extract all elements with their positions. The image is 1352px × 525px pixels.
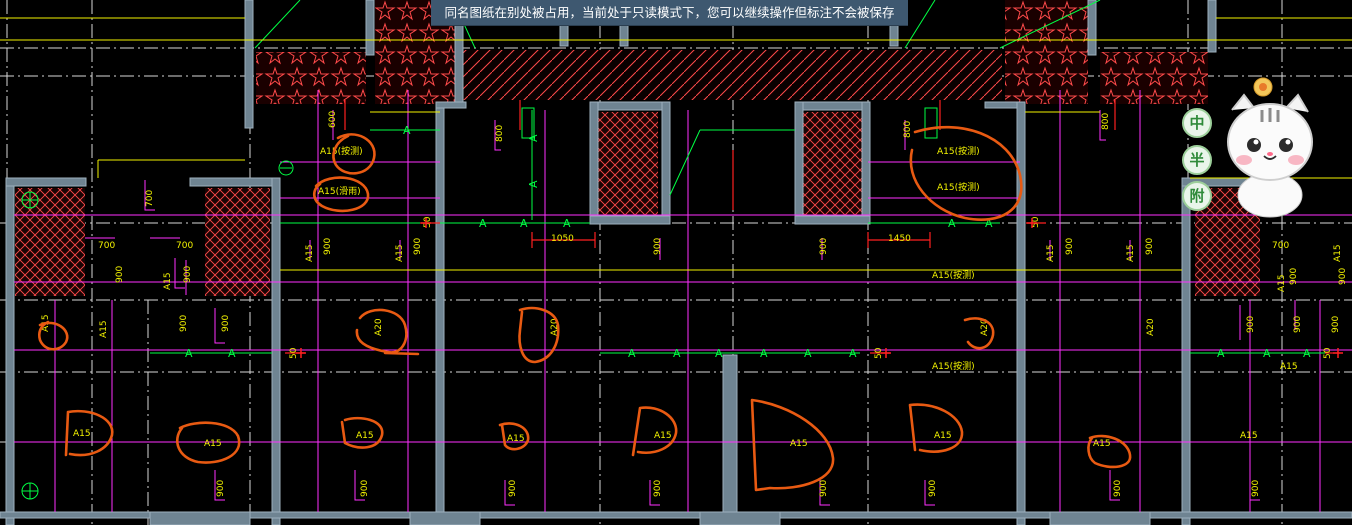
svg-text:A15: A15: [790, 439, 808, 449]
svg-text:50: 50: [423, 216, 433, 228]
svg-text:A15: A15: [204, 439, 222, 449]
svg-text:A15: A15: [163, 272, 173, 290]
svg-text:800: 800: [903, 121, 913, 138]
svg-text:A15(按测): A15(按测): [937, 181, 980, 193]
svg-text:900: 900: [1145, 238, 1155, 255]
svg-text:A15: A15: [654, 431, 672, 441]
cad-drawing-canvas[interactable]: A AAA AA AA AAA AAA AAA A A 600 700 700 …: [0, 0, 1352, 525]
cad-labels: 600 700 700 700 700 900 900 900 900 900 …: [41, 111, 1348, 497]
svg-text:700: 700: [176, 241, 193, 251]
svg-text:A15(按测): A15(按测): [932, 269, 975, 281]
svg-text:900: 900: [819, 238, 829, 255]
svg-text:A: A: [1217, 347, 1225, 360]
axis-a-labels: A AAA AA AA AAA AAA AAA A A: [185, 124, 1311, 360]
svg-text:900: 900: [360, 480, 370, 497]
svg-text:600: 600: [328, 111, 338, 128]
svg-text:900: 900: [653, 238, 663, 255]
svg-text:900: 900: [1246, 316, 1256, 333]
svg-text:A: A: [628, 347, 636, 360]
svg-text:A: A: [228, 347, 236, 360]
svg-text:A: A: [185, 347, 193, 360]
svg-text:A: A: [804, 347, 812, 360]
badge-zhong[interactable]: 中: [1182, 108, 1212, 138]
svg-text:A15: A15: [934, 431, 952, 441]
svg-text:A15: A15: [1046, 244, 1056, 262]
badge-ban[interactable]: 半: [1182, 145, 1212, 175]
svg-text:900: 900: [1113, 480, 1123, 497]
svg-text:A: A: [563, 217, 571, 230]
svg-text:A: A: [673, 347, 681, 360]
svg-text:A15: A15: [1240, 431, 1258, 441]
svg-text:900: 900: [1338, 268, 1348, 285]
svg-text:900: 900: [508, 480, 518, 497]
svg-text:900: 900: [323, 238, 333, 255]
badge-fu[interactable]: 附: [1182, 181, 1212, 211]
svg-text:1450: 1450: [888, 234, 911, 244]
svg-text:A: A: [849, 347, 857, 360]
svg-text:A15: A15: [73, 429, 91, 439]
svg-text:A15: A15: [99, 320, 109, 338]
svg-text:800: 800: [1101, 113, 1111, 130]
svg-text:A: A: [1263, 347, 1271, 360]
svg-text:A: A: [760, 347, 768, 360]
svg-text:700: 700: [1272, 241, 1289, 251]
svg-text:A15: A15: [507, 434, 525, 444]
svg-text:900: 900: [216, 480, 226, 497]
svg-text:700: 700: [98, 241, 115, 251]
svg-text:A: A: [715, 347, 723, 360]
svg-text:900: 900: [1289, 268, 1299, 285]
svg-text:A20: A20: [374, 318, 384, 336]
svg-text:1050: 1050: [551, 234, 574, 244]
svg-text:A15(滑雨): A15(滑雨): [318, 186, 361, 197]
svg-text:A: A: [1303, 347, 1311, 360]
svg-text:900: 900: [179, 315, 189, 332]
readonly-warning-text: 同名图纸在别处被占用，当前处于只读模式下，您可以继续操作但标注不会被保存: [444, 5, 895, 20]
svg-text:A15: A15: [1126, 244, 1136, 262]
svg-text:A: A: [479, 217, 487, 230]
svg-text:A20: A20: [1146, 318, 1156, 336]
svg-text:700: 700: [145, 190, 155, 207]
svg-text:900: 900: [653, 480, 663, 497]
svg-text:900: 900: [1251, 480, 1261, 497]
svg-text:800: 800: [495, 125, 505, 142]
svg-text:900: 900: [928, 480, 938, 497]
readonly-warning-banner: 同名图纸在别处被占用，当前处于只读模式下，您可以继续操作但标注不会被保存: [431, 0, 908, 26]
svg-text:A15(按测): A15(按测): [320, 145, 363, 157]
svg-text:A15: A15: [1280, 362, 1298, 372]
svg-text:A: A: [527, 180, 540, 188]
svg-text:900: 900: [115, 266, 125, 283]
svg-text:A15: A15: [1093, 439, 1111, 449]
svg-text:A15: A15: [1333, 244, 1343, 262]
svg-text:A15: A15: [356, 431, 374, 441]
svg-text:900: 900: [819, 480, 829, 497]
svg-text:A: A: [403, 124, 411, 137]
svg-text:900: 900: [413, 238, 423, 255]
svg-text:900: 900: [1293, 316, 1303, 333]
svg-text:900: 900: [183, 266, 193, 283]
dimension-brackets: [85, 110, 1296, 506]
svg-text:A15(按测): A15(按测): [937, 145, 980, 157]
flower-icon: [1253, 77, 1273, 97]
svg-text:A15(按测): A15(按测): [932, 360, 975, 372]
svg-text:A: A: [520, 217, 528, 230]
svg-text:A15: A15: [1277, 274, 1287, 292]
svg-text:A15: A15: [395, 244, 405, 262]
svg-text:A: A: [948, 217, 956, 230]
svg-text:50: 50: [1323, 347, 1333, 359]
svg-text:A15: A15: [305, 244, 315, 262]
svg-text:900: 900: [1331, 316, 1341, 333]
svg-text:900: 900: [1065, 238, 1075, 255]
svg-text:900: 900: [221, 315, 231, 332]
